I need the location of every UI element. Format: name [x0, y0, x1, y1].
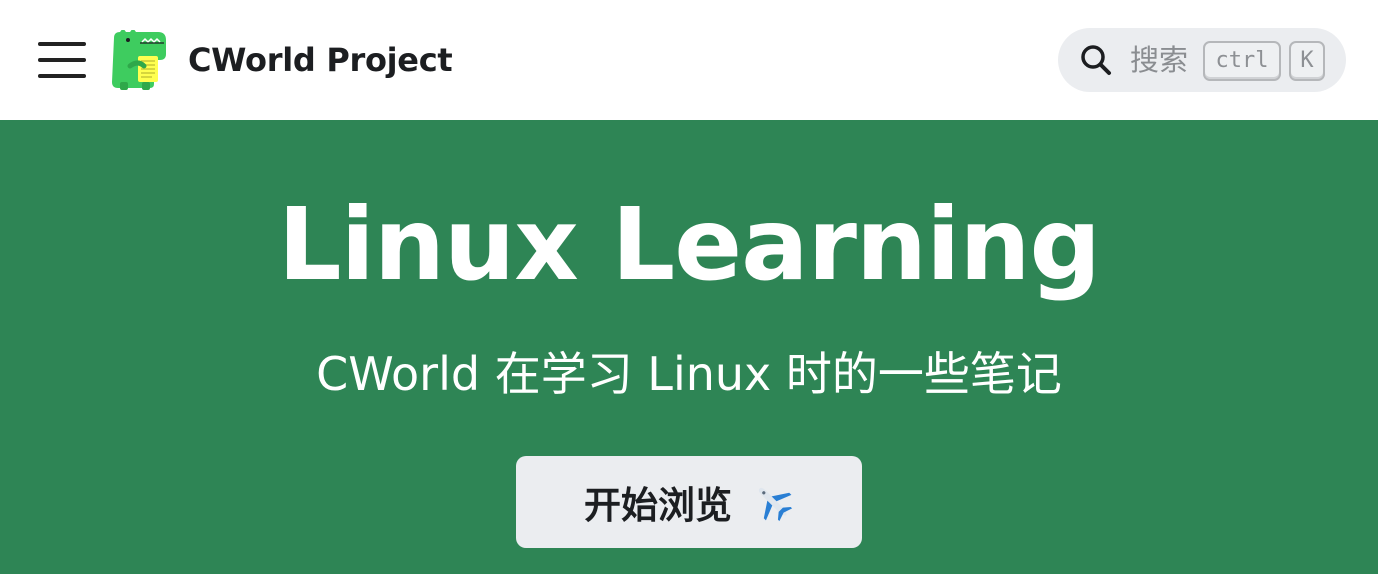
- hero-title: Linux Learning: [277, 186, 1101, 303]
- hero-banner: Linux Learning CWorld 在学习 Linux 时的一些笔记 开…: [0, 120, 1378, 574]
- menu-icon[interactable]: [38, 42, 86, 78]
- start-browsing-button[interactable]: 开始浏览: [516, 456, 862, 548]
- search-icon: [1081, 45, 1111, 75]
- navbar: CWorld Project 搜索 ctrl K: [0, 0, 1378, 120]
- airplane-icon: [758, 487, 793, 522]
- menu-bar: [38, 74, 86, 78]
- hero-subtitle: CWorld 在学习 Linux 时的一些笔记: [316, 347, 1062, 401]
- search-placeholder: 搜索: [1130, 43, 1189, 77]
- menu-bar: [38, 58, 86, 62]
- search-button[interactable]: 搜索 ctrl K: [1058, 28, 1346, 92]
- shortcut-key-ctrl: ctrl: [1203, 41, 1281, 81]
- menu-bar: [38, 42, 86, 46]
- cta-label: 开始浏览: [584, 484, 732, 527]
- dinosaur-logo: [112, 30, 166, 90]
- brand-title: CWorld Project: [188, 41, 453, 79]
- brand-link[interactable]: CWorld Project: [108, 30, 453, 90]
- shortcut-key-k: K: [1289, 41, 1325, 81]
